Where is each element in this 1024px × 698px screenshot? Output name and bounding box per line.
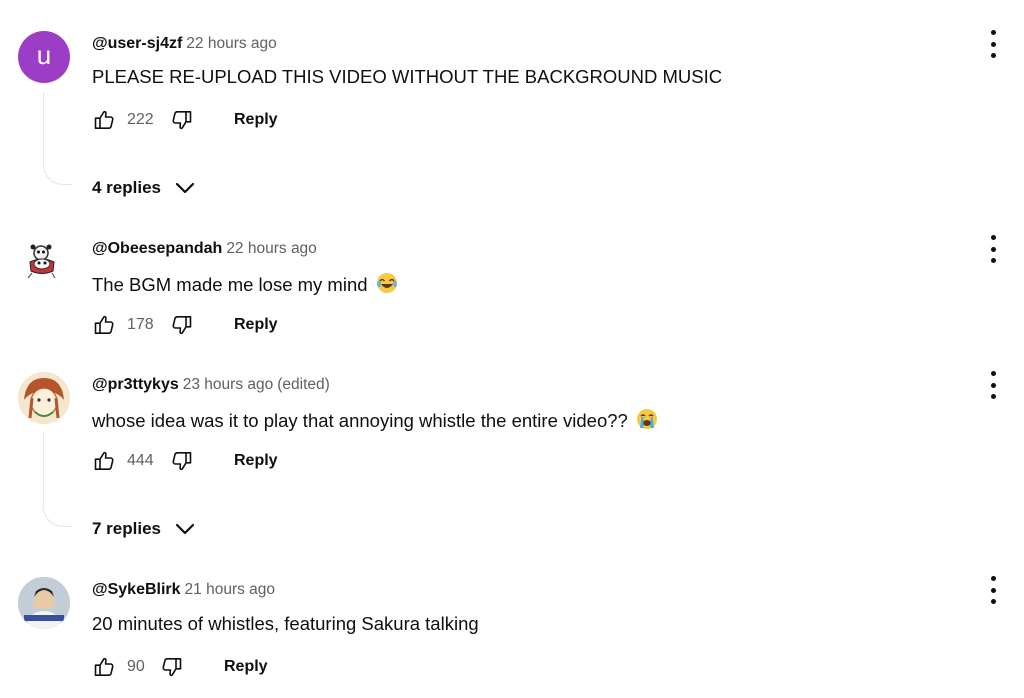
laughing-tears-emoji (376, 272, 398, 299)
thread-connector (43, 92, 72, 185)
comment-header: @Obeesepandah 22 hours ago (92, 240, 317, 258)
replies-count-label: 4 replies (92, 178, 161, 197)
comment-text: PLEASE RE-UPLOAD THIS VIDEO WITHOUT THE … (92, 66, 723, 87)
like-count: 444 (127, 452, 154, 469)
comment-text-body: The BGM made me lose my mind (92, 274, 368, 295)
vertical-dots-icon[interactable] (983, 371, 1003, 399)
vertical-dots-icon[interactable] (983, 235, 1003, 263)
thumbs-up-icon[interactable] (92, 108, 116, 132)
avatar[interactable] (18, 372, 70, 424)
comment-header: @user-sj4zf 22 hours ago (92, 35, 277, 53)
reply-button[interactable]: Reply (224, 658, 268, 676)
thumbs-down-icon[interactable] (170, 313, 194, 337)
like-count: 178 (127, 316, 154, 333)
comment-timestamp[interactable]: 23 hours ago (183, 376, 274, 393)
thumbs-up-icon[interactable] (92, 313, 116, 337)
comment-author[interactable]: @SykeBlirk (92, 581, 181, 598)
view-replies-button[interactable]: 7 replies (92, 517, 197, 541)
comment-header: @pr3ttykys 23 hours ago (edited) (92, 376, 330, 394)
thumbs-down-icon[interactable] (160, 655, 184, 679)
comment-actions: 222 Reply (92, 106, 278, 134)
comment-text: 20 minutes of whistles, featuring Sakura… (92, 613, 479, 634)
replies-count-label: 7 replies (92, 519, 161, 538)
comment-author[interactable]: @pr3ttykys (92, 376, 179, 393)
chevron-down-icon (173, 176, 197, 200)
comment-timestamp[interactable]: 22 hours ago (226, 240, 317, 257)
comment-author[interactable]: @Obeesepandah (92, 240, 222, 257)
thumbs-down-icon[interactable] (170, 449, 194, 473)
comment-actions: 444 Reply (92, 447, 278, 475)
edited-label: (edited) (277, 376, 330, 393)
thumbs-up-icon[interactable] (92, 449, 116, 473)
chevron-down-icon (173, 517, 197, 541)
comment-timestamp[interactable]: 22 hours ago (186, 35, 277, 52)
avatar[interactable] (18, 577, 70, 629)
comment-timestamp[interactable]: 21 hours ago (185, 581, 276, 598)
comment-header: @SykeBlirk 21 hours ago (92, 581, 275, 599)
avatar[interactable]: u (18, 31, 70, 83)
vertical-dots-icon[interactable] (983, 30, 1003, 58)
thumbs-down-icon[interactable] (170, 108, 194, 132)
thread-connector (43, 432, 72, 527)
view-replies-button[interactable]: 4 replies (92, 176, 197, 200)
comment-actions: 90 Reply (92, 653, 268, 681)
thumbs-up-icon[interactable] (92, 655, 116, 679)
comment-actions: 178 Reply (92, 311, 278, 339)
vertical-dots-icon[interactable] (983, 576, 1003, 604)
like-count: 222 (127, 111, 154, 128)
reply-button[interactable]: Reply (234, 452, 278, 470)
comment-text-body: whose idea was it to play that annoying … (92, 410, 628, 431)
comment-text: whose idea was it to play that annoying … (92, 408, 658, 435)
reply-button[interactable]: Reply (234, 111, 278, 129)
like-count: 90 (127, 658, 145, 675)
reply-button[interactable]: Reply (234, 316, 278, 334)
avatar[interactable] (18, 236, 70, 288)
comment-text: The BGM made me lose my mind (92, 272, 398, 299)
comment-author[interactable]: @user-sj4zf (92, 35, 182, 52)
crying-emoji (636, 408, 658, 435)
